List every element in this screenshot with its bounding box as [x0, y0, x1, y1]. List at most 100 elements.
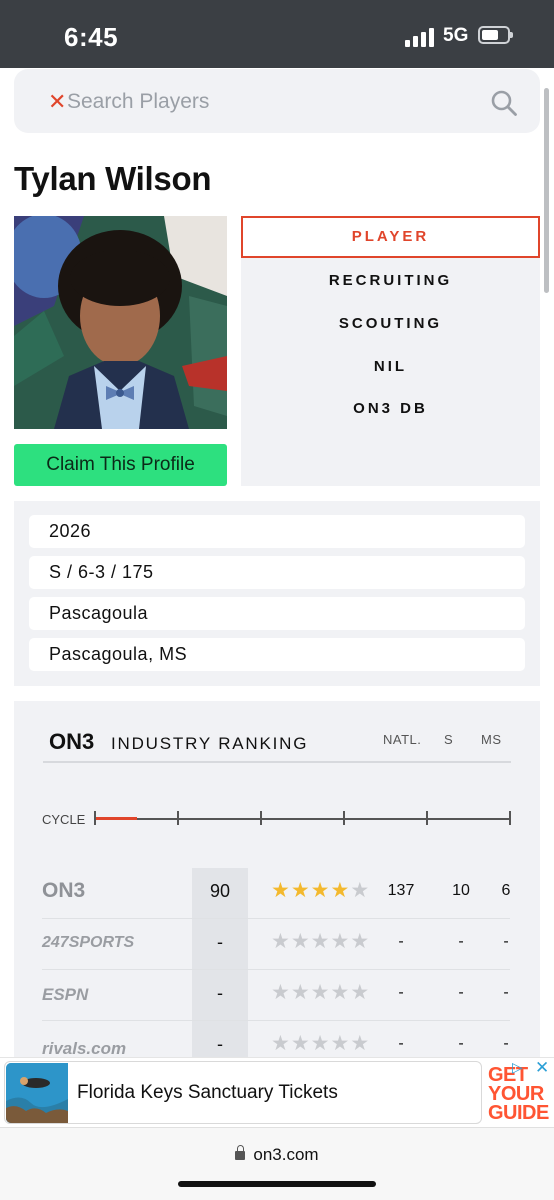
- cycle-tick: [177, 811, 179, 825]
- nav-recruiting[interactable]: RECRUITING: [241, 260, 540, 302]
- search-bar[interactable]: ✕ Search Players: [14, 69, 540, 133]
- star-rating: ★★★★★: [271, 980, 370, 1005]
- school[interactable]: Pascagoula: [29, 597, 525, 630]
- position-rank: -: [503, 984, 509, 1001]
- search-input[interactable]: Search Players: [67, 90, 209, 114]
- source-on3: ON3: [42, 879, 86, 902]
- ranking-row-espn[interactable]: ESPN - ★★★★★ - - -: [42, 970, 510, 1021]
- search-icon[interactable]: [490, 89, 518, 117]
- ad-card[interactable]: Florida Keys Sanctuary Tickets: [4, 1061, 482, 1124]
- star-rating: ★★★★★: [271, 878, 370, 903]
- star-empty-icon: ★: [330, 981, 351, 1004]
- url-text: on3.com: [253, 1145, 319, 1164]
- ad-text[interactable]: Florida Keys Sanctuary Tickets: [77, 1082, 338, 1104]
- source-247sports: 247SPORTS: [42, 934, 135, 951]
- star-empty-icon: ★: [330, 930, 351, 953]
- star-filled-icon: ★: [290, 879, 311, 902]
- position-rank: 6: [501, 882, 511, 899]
- natl-rank: -: [398, 1035, 404, 1052]
- state-rank: 10: [452, 882, 470, 899]
- star-empty-icon: ★: [290, 930, 311, 953]
- player-photo: [14, 216, 227, 429]
- natl-rank: -: [398, 984, 404, 1001]
- natl-rank: 137: [387, 882, 415, 899]
- network-label: 5G: [443, 25, 469, 46]
- col-state: S: [444, 732, 454, 747]
- star-empty-icon: ★: [310, 930, 331, 953]
- url-display[interactable]: on3.com: [0, 1145, 554, 1165]
- star-filled-icon: ★: [271, 879, 291, 902]
- status-time: 6:45: [64, 22, 119, 52]
- star-empty-icon: ★: [271, 981, 291, 1004]
- source-espn: ESPN: [42, 985, 89, 1004]
- nav-scouting[interactable]: SCOUTING: [241, 303, 540, 345]
- ad-banner[interactable]: Florida Keys Sanctuary Tickets GET YOUR …: [0, 1057, 554, 1127]
- star-empty-icon: ★: [310, 1032, 331, 1055]
- position-rank: -: [503, 1035, 509, 1052]
- star-rating: ★★★★★: [271, 1031, 370, 1056]
- score: -: [217, 932, 223, 952]
- star-empty-icon: ★: [330, 1032, 351, 1055]
- natl-rank: -: [398, 933, 404, 950]
- col-pos: MS: [481, 732, 502, 747]
- cycle-progress: [95, 817, 137, 820]
- ranking-row-rivals[interactable]: rivals.com - ★★★★★ - - -: [42, 1021, 510, 1061]
- ranking-row-247sports[interactable]: 247SPORTS - ★★★★★ - - -: [42, 919, 510, 970]
- industry-ranking: ON3 INDUSTRY RANKING NATL. S MS CYCLE ON…: [14, 701, 540, 1061]
- profile-nav: PLAYER RECRUITING SCOUTING NIL ON3 DB: [241, 216, 540, 486]
- battery-icon: [478, 26, 513, 44]
- position-rank: -: [503, 933, 509, 950]
- ranking-row-on3[interactable]: ON3 90 ★★★★★ 137 10 6: [42, 868, 510, 919]
- ad-close-icon[interactable]: ✕: [535, 1058, 549, 1078]
- cycle-tick: [343, 811, 345, 825]
- star-empty-icon: ★: [290, 1032, 311, 1055]
- class-year: 2026: [29, 515, 525, 548]
- page-scrollbar[interactable]: [544, 88, 549, 293]
- cycle-label: CYCLE: [42, 812, 86, 827]
- position-size: S / 6-3 / 175: [29, 556, 525, 589]
- cycle-tick: [94, 811, 96, 825]
- hometown: Pascagoula, MS: [29, 638, 525, 671]
- score: 90: [209, 881, 231, 901]
- cycle-tick: [509, 811, 511, 825]
- browser-url-bar[interactable]: on3.com: [0, 1127, 554, 1200]
- nav-player[interactable]: PLAYER: [241, 216, 540, 258]
- claim-profile-button[interactable]: Claim This Profile: [14, 444, 227, 486]
- star-rating: ★★★★★: [271, 929, 370, 954]
- star-empty-icon: ★: [350, 981, 371, 1004]
- home-indicator[interactable]: [178, 1181, 376, 1187]
- state-rank: -: [458, 933, 464, 950]
- star-empty-icon: ★: [350, 879, 371, 902]
- player-name: Tylan Wilson: [14, 160, 212, 197]
- player-info: 2026 S / 6-3 / 175 Pascagoula Pascagoula…: [14, 501, 540, 686]
- star-empty-icon: ★: [310, 981, 331, 1004]
- star-empty-icon: ★: [290, 981, 311, 1004]
- star-filled-icon: ★: [310, 879, 331, 902]
- star-filled-icon: ★: [330, 879, 351, 902]
- ranking-title: INDUSTRY RANKING: [111, 734, 309, 753]
- nav-on3-db[interactable]: ON3 DB: [241, 388, 540, 430]
- status-bar: 6:45 5G: [0, 0, 554, 68]
- star-empty-icon: ★: [350, 930, 371, 953]
- star-empty-icon: ★: [271, 1032, 291, 1055]
- cycle-track: [95, 818, 511, 820]
- star-empty-icon: ★: [271, 930, 291, 953]
- nav-nil[interactable]: NIL: [241, 346, 540, 388]
- on3-logo: ON3: [49, 729, 95, 754]
- star-empty-icon: ★: [350, 1032, 371, 1055]
- score: -: [217, 1034, 223, 1054]
- ad-choices-icon[interactable]: ▷: [512, 1059, 523, 1076]
- ad-brand-line: GUIDE: [488, 1102, 549, 1124]
- score: -: [217, 983, 223, 1003]
- state-rank: -: [458, 1035, 464, 1052]
- cycle-tick: [426, 811, 428, 825]
- clear-icon[interactable]: ✕: [48, 89, 66, 115]
- signal-icon: [405, 27, 435, 47]
- source-rivals: rivals.com: [42, 1039, 127, 1058]
- state-rank: -: [458, 984, 464, 1001]
- ad-image: [6, 1063, 68, 1123]
- lock-icon: [235, 1145, 246, 1160]
- divider: [43, 761, 511, 763]
- col-natl: NATL.: [383, 732, 422, 747]
- cycle-tick: [260, 811, 262, 825]
